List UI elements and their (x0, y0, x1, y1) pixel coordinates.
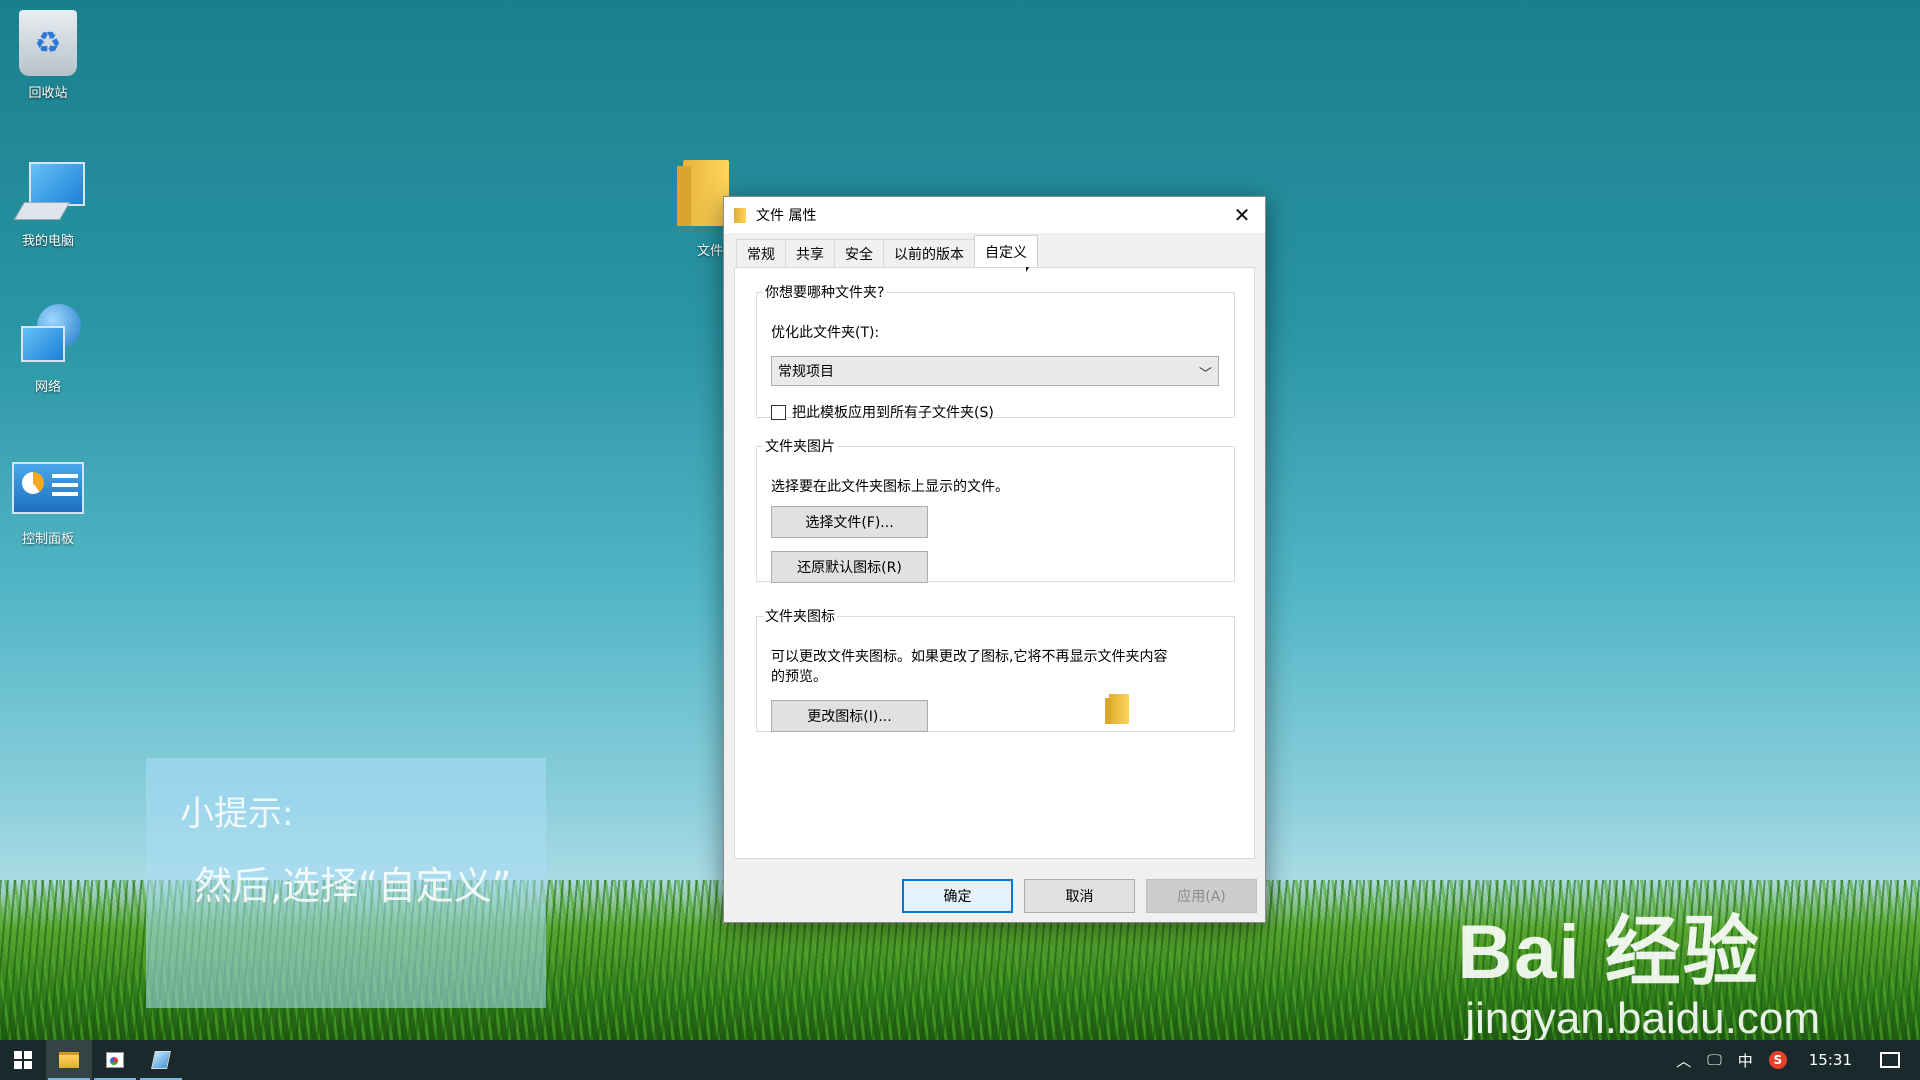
checkbox-box[interactable] (771, 404, 786, 420)
desktop-icon-network[interactable]: 网络 (8, 304, 88, 395)
tab-general[interactable]: 常规 (736, 239, 786, 267)
group-folder-type-legend: 你想要哪种文件夹? (765, 285, 885, 301)
restore-default-button[interactable]: 还原默认图标(R) (771, 551, 928, 583)
dialog-title: 文件 属性 (756, 208, 817, 224)
control-panel-icon (12, 462, 84, 514)
tab-sharing[interactable]: 共享 (785, 239, 835, 267)
tab-strip: 常规 共享 安全 以前的版本 自定义 (724, 233, 1265, 267)
dialog-titlebar[interactable]: 文件 属性 ✕ (724, 197, 1265, 233)
tip-title: 小提示: (180, 794, 294, 834)
notification-center-icon[interactable] (1880, 1052, 1900, 1068)
notepad-icon (151, 1051, 171, 1069)
desktop-icon-label: 控制面板 (21, 532, 74, 547)
group-folder-picture-legend: 文件夹图片 (765, 439, 835, 455)
group-folder-picture: 文件夹图片 选择要在此文件夹图标上显示的文件。 选择文件(F)... 还原默认图… (756, 436, 1235, 583)
taskbar-app[interactable] (138, 1040, 184, 1080)
computer-icon (15, 158, 85, 224)
desktop-icon-label: 回收站 (28, 86, 68, 101)
apply-subfolders-checkbox[interactable]: 把此模板应用到所有子文件夹(S) (771, 402, 994, 422)
clock[interactable]: 15:31 (1795, 1051, 1866, 1069)
file-explorer-icon (59, 1052, 79, 1068)
network-icon (15, 304, 81, 370)
apply-subfolders-label: 把此模板应用到所有子文件夹(S) (792, 405, 994, 421)
apply-button[interactable]: 应用(A) (1146, 879, 1257, 913)
windows-logo-icon (14, 1051, 32, 1069)
watermark-brand: Bai 经验 (1457, 910, 1761, 995)
tab-security[interactable]: 安全 (834, 239, 884, 267)
desktop-icon-recycle-bin[interactable]: 回收站 (8, 10, 88, 101)
folder-icon (734, 207, 746, 223)
change-icon-button[interactable]: 更改图标(I)... (771, 700, 928, 732)
tab-previous-versions[interactable]: 以前的版本 (883, 239, 975, 267)
network-tray-icon[interactable]: 🖵 (1699, 1051, 1729, 1069)
choose-file-button[interactable]: 选择文件(F)... (771, 506, 928, 538)
start-button[interactable] (0, 1040, 46, 1080)
optimize-select-value: 常规项目 (778, 364, 834, 380)
taskbar-file-explorer[interactable] (46, 1040, 92, 1080)
folder-properties-dialog: 文件 属性 ✕ 常规 共享 安全 以前的版本 自定义 你想要哪种文件夹? 优化此… (723, 196, 1266, 923)
folder-icon-description-line2: 的预览。 (771, 669, 827, 685)
chevron-up-icon[interactable]: ︿ (1668, 1050, 1699, 1071)
ok-button[interactable]: 确定 (902, 879, 1013, 913)
taskbar: ︿ 🖵 中 S 15:31 (0, 1040, 1920, 1080)
system-tray: ︿ 🖵 中 S 15:31 (1668, 1040, 1920, 1080)
desktop-icon-label: 网络 (34, 380, 61, 395)
optimize-label: 优化此文件夹(T): (771, 325, 880, 341)
watermark-url: jingyan.baidu.com (1465, 994, 1820, 1043)
ime-indicator[interactable]: 中 (1730, 1050, 1761, 1071)
tab-panel-customize: 你想要哪种文件夹? 优化此文件夹(T): 常规项目 ﹀ 把此模板应用到所有子文件… (734, 267, 1255, 859)
desktop-folder-label: 文件 (697, 244, 724, 259)
desktop-icon-control-panel[interactable]: 控制面板 (8, 456, 88, 547)
baidu-watermark: Bai 经验 jingyan.baidu.com (1457, 890, 1820, 1044)
chevron-down-icon: ﹀ (1198, 367, 1212, 382)
tab-customize[interactable]: 自定义 (974, 235, 1038, 267)
recycle-bin-icon (19, 10, 77, 76)
tip-body: 然后,选择“自定义” (194, 864, 512, 908)
optimize-select[interactable]: 常规项目 ﹀ (771, 356, 1219, 386)
group-folder-icon-legend: 文件夹图标 (765, 609, 835, 625)
sogou-input-icon[interactable]: S (1768, 1051, 1787, 1069)
group-folder-icon: 文件夹图标 可以更改文件夹图标。如果更改了图标,它将不再显示文件夹内容 的预览。… (756, 606, 1235, 732)
desktop-icon-my-computer[interactable]: 我的电脑 (8, 158, 88, 249)
group-folder-type: 你想要哪种文件夹? 优化此文件夹(T): 常规项目 ﹀ 把此模板应用到所有子文件… (756, 282, 1235, 421)
cancel-button[interactable]: 取消 (1024, 879, 1135, 913)
desktop-icon-label: 我的电脑 (21, 234, 74, 249)
folder-picture-description: 选择要在此文件夹图标上显示的文件。 (771, 479, 1009, 495)
taskbar-paint[interactable] (92, 1040, 138, 1080)
folder-icon-preview (1105, 694, 1129, 724)
close-button[interactable]: ✕ (1219, 197, 1265, 233)
tip-overlay: 小提示: 然后,选择“自定义” (146, 758, 546, 1008)
close-icon: ✕ (1233, 203, 1251, 227)
folder-icon-description-line1: 可以更改文件夹图标。如果更改了图标,它将不再显示文件夹内容 (771, 649, 1168, 665)
paint-icon (106, 1052, 124, 1068)
